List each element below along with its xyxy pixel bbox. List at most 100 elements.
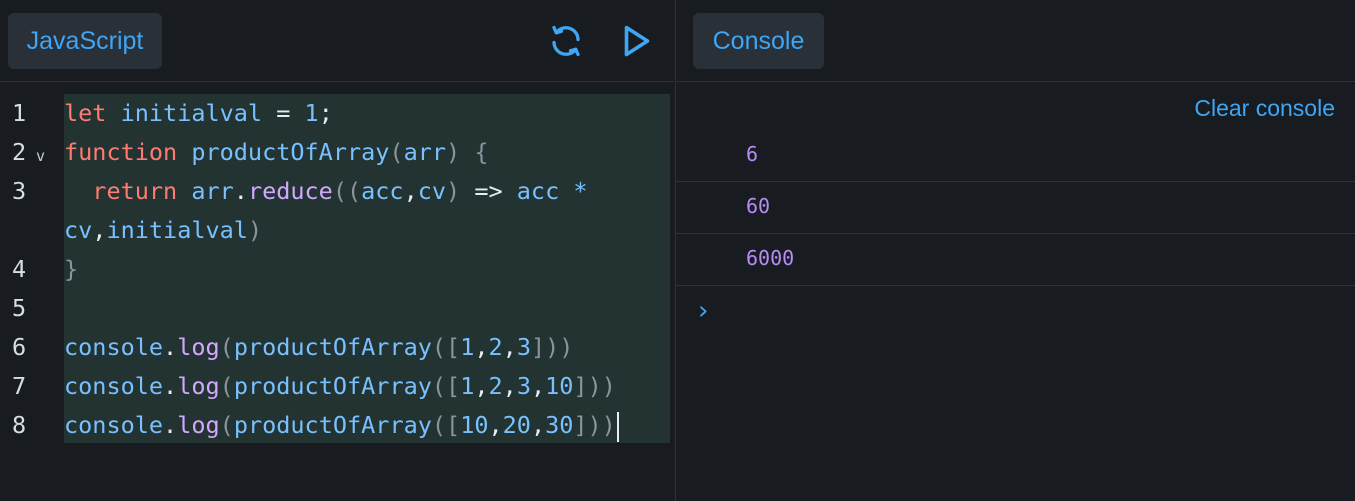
code-token: 3 [516, 333, 531, 361]
code-token: ( [219, 411, 234, 439]
code-token: return [64, 177, 178, 205]
code-token: 3 [516, 372, 531, 400]
line-number: 7 [12, 372, 27, 400]
code-token: ([ [431, 372, 461, 400]
editor-pane: JavaScript 1 let initialval = 1; 2 v fun… [0, 0, 674, 501]
line-number: 8 [12, 411, 27, 439]
code-token: productOfArray [233, 333, 432, 361]
console-log-entry: 6 [676, 130, 1355, 182]
code-token: ; [318, 99, 333, 127]
editor-header: JavaScript [0, 0, 674, 82]
code-line[interactable]: 7 console.log(productOfArray([1,2,3,10])… [0, 367, 674, 406]
code-token: productOfArray [233, 372, 432, 400]
code-token: ])) [530, 333, 574, 361]
console-header: Console [676, 0, 1355, 82]
log-value: 60 [746, 194, 771, 218]
code-token: initialval [106, 99, 263, 127]
log-value: 6 [746, 142, 759, 166]
line-number: 1 [12, 99, 27, 127]
code-token: 30 [545, 411, 574, 439]
code-token: arr [177, 177, 234, 205]
code-line-wrap[interactable]: cv,initialval) [0, 211, 674, 250]
code-token: function [64, 138, 178, 166]
line-number: 6 [12, 333, 27, 361]
code-token: cv [417, 177, 447, 205]
code-token: acc [361, 177, 404, 205]
code-token: ) [247, 216, 263, 244]
code-token: ([ [431, 411, 461, 439]
code-token: ])) [573, 372, 616, 400]
code-token: . [163, 333, 178, 361]
code-token: cv [64, 216, 93, 244]
code-line[interactable]: 3 return arr.reduce((acc,cv) => acc * [0, 172, 674, 211]
code-token: => [460, 177, 517, 205]
console-prompt-icon[interactable]: › [698, 296, 708, 326]
console-log-entry: 6000 [676, 234, 1355, 286]
code-token: , [530, 411, 546, 439]
code-token: . [163, 372, 178, 400]
code-token: arr [403, 138, 447, 166]
log-value: 6000 [746, 246, 795, 270]
code-token: , [530, 372, 546, 400]
code-token: console [64, 333, 164, 361]
code-token: ( [389, 138, 404, 166]
code-token: reduce [247, 177, 333, 205]
console-log-entry: 60 [676, 182, 1355, 234]
code-token: . [163, 411, 178, 439]
clear-console-button[interactable]: Clear console [1194, 95, 1335, 122]
text-cursor [616, 411, 619, 442]
code-token: , [488, 411, 503, 439]
code-token: 2 [488, 372, 503, 400]
code-line[interactable]: 1 let initialval = 1; [0, 94, 674, 133]
code-token: , [92, 216, 107, 244]
code-token: productOfArray [233, 411, 432, 439]
code-token: console [64, 411, 164, 439]
line-number: 5 [12, 294, 27, 322]
code-line-active[interactable]: 8 console.log(productOfArray([10,20,30])… [0, 406, 674, 445]
code-token: 1 [460, 333, 475, 361]
code-token: 1 [460, 372, 475, 400]
code-line[interactable]: 6 console.log(productOfArray([1,2,3])) [0, 328, 674, 367]
code-token: 2 [488, 333, 503, 361]
code-token: log [177, 411, 220, 439]
code-token: * [559, 177, 588, 205]
code-token: 10 [460, 411, 489, 439]
code-token: { [460, 138, 489, 166]
code-token: 1 [304, 99, 319, 127]
line-number: 3 [12, 177, 27, 205]
tab-javascript[interactable]: JavaScript [8, 13, 162, 69]
code-token: , [403, 177, 418, 205]
code-token: , [474, 372, 489, 400]
tab-console[interactable]: Console [693, 13, 824, 69]
code-token: = [262, 99, 305, 127]
code-token: 10 [545, 372, 574, 400]
console-pane: Console Clear console 6 60 6000 › [675, 0, 1355, 501]
code-token: ) [446, 177, 461, 205]
code-token: ([ [431, 333, 461, 361]
code-token: . [233, 177, 248, 205]
fold-chevron-icon[interactable]: v [36, 137, 45, 176]
code-token: , [502, 372, 517, 400]
code-line[interactable]: 4 } [0, 250, 674, 289]
code-token: log [177, 372, 220, 400]
code-token: , [474, 333, 489, 361]
code-token: log [177, 333, 220, 361]
code-token: ( [219, 333, 234, 361]
code-token: } [64, 255, 79, 283]
code-line[interactable]: 5 [0, 289, 674, 328]
code-token: initialval [106, 216, 248, 244]
code-token: ])) [573, 411, 616, 439]
code-token: ) [446, 138, 461, 166]
play-icon[interactable] [617, 20, 657, 62]
code-token: let [64, 99, 107, 127]
code-token: ( [219, 372, 234, 400]
code-token: (( [332, 177, 362, 205]
refresh-icon[interactable] [546, 20, 586, 62]
code-token: productOfArray [177, 138, 390, 166]
line-number: 4 [12, 255, 27, 283]
code-token: 20 [502, 411, 531, 439]
code-token: , [502, 333, 517, 361]
code-token: acc [516, 177, 560, 205]
code-token: console [64, 372, 164, 400]
code-line[interactable]: 2 v function productOfArray(arr) { [0, 133, 674, 172]
